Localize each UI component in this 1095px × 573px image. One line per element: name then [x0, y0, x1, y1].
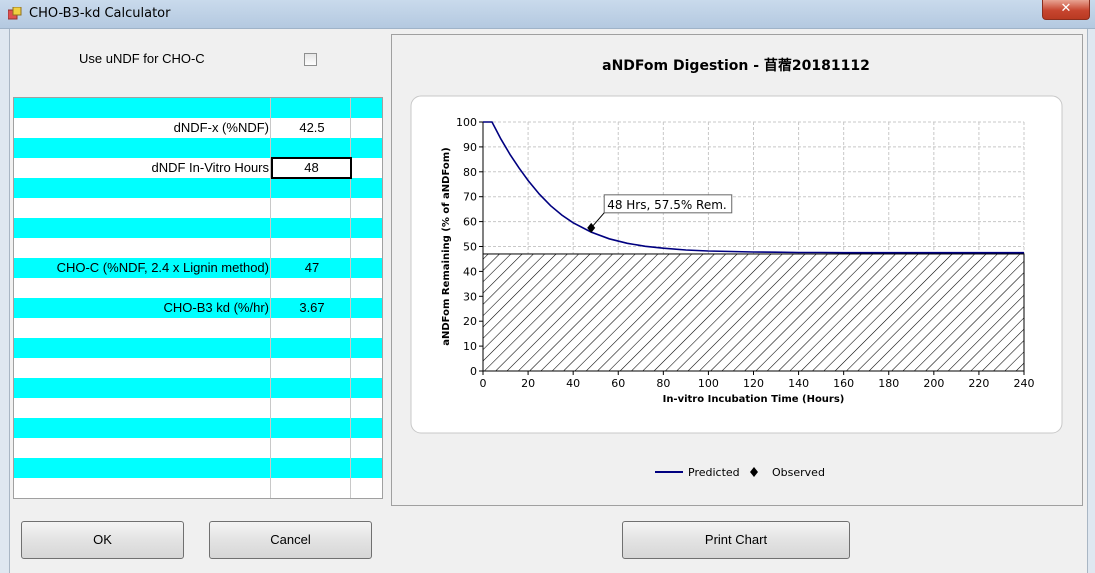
y-tick-label: 100: [456, 116, 477, 129]
annotation-text: 48 Hrs, 57.5% Rem.: [607, 198, 727, 212]
x-axis-label: In-vitro Incubation Time (Hours): [663, 394, 845, 405]
title-bar: CHO-B3-kd Calculator ✕: [0, 0, 1095, 29]
cho-b3-kd-label: CHO-B3 kd (%/hr): [163, 300, 269, 315]
dndf-x-value[interactable]: 42.5: [272, 118, 352, 138]
lignin-shaded-region: [482, 253, 1025, 372]
grid-row: [14, 378, 382, 398]
x-tick-label: 180: [878, 377, 899, 390]
cho-b3-kd-value[interactable]: 3.67: [272, 298, 352, 318]
ok-button[interactable]: OK: [21, 521, 184, 559]
grid-row: [14, 138, 382, 158]
close-button[interactable]: ✕: [1042, 0, 1090, 20]
app-icon: [8, 7, 22, 20]
x-tick-label: 160: [833, 377, 854, 390]
digestion-chart: aNDFom Digestion - 苜蓿20181112 0 20 40 60 80 1…: [410, 57, 1063, 479]
x-tick-label: 200: [923, 377, 944, 390]
y-tick-label: 60: [463, 216, 477, 229]
y-tick-label: 70: [463, 191, 477, 204]
print-chart-button[interactable]: Print Chart: [622, 521, 850, 559]
y-tick-label: 90: [463, 141, 477, 154]
legend-predicted-label: Predicted: [688, 466, 740, 479]
x-tick-label: 80: [656, 377, 670, 390]
x-tick-label: 120: [743, 377, 764, 390]
y-tick-label: 0: [470, 365, 477, 378]
x-tick-label: 0: [480, 377, 487, 390]
y-axis-label: aNDFom Remaining (% of aNDFom): [441, 147, 452, 345]
use-undf-label: Use uNDF for CHO-C: [79, 51, 205, 66]
chart-title: aNDFom Digestion - 苜蓿20181112: [602, 57, 870, 74]
window-title: CHO-B3-kd Calculator: [29, 6, 171, 21]
use-undf-checkbox[interactable]: [304, 53, 317, 66]
x-tick-label: 100: [698, 377, 719, 390]
y-tick-label: 40: [463, 265, 477, 278]
chart-legend: Predicted Observed: [655, 466, 825, 479]
input-grid: dNDF-x (%NDF) 42.5 dNDF In-Vitro Hours 4…: [13, 97, 383, 499]
y-tick-label: 20: [463, 315, 477, 328]
x-tick-label: 240: [1014, 377, 1035, 390]
legend-observed-swatch: [750, 467, 758, 477]
grid-row: [14, 218, 382, 238]
grid-row: [14, 338, 382, 358]
y-tick-label: 80: [463, 166, 477, 179]
grid-row: [14, 458, 382, 478]
y-tick-label: 50: [463, 241, 477, 254]
y-tick-label: 10: [463, 340, 477, 353]
legend-observed-label: Observed: [772, 466, 825, 479]
grid-row: [14, 418, 382, 438]
x-tick-label: 60: [611, 377, 625, 390]
cho-c-label: CHO-C (%NDF, 2.4 x Lignin method): [56, 260, 269, 275]
x-tick-label: 220: [968, 377, 989, 390]
dndf-hours-label: dNDF In-Vitro Hours: [151, 160, 269, 175]
dndf-x-label: dNDF-x (%NDF): [173, 120, 269, 135]
y-tick-label: 30: [463, 290, 477, 303]
x-tick-label: 140: [788, 377, 809, 390]
grid-row: [14, 98, 382, 118]
x-tick-label: 40: [566, 377, 580, 390]
cho-c-value[interactable]: 47: [272, 258, 352, 278]
dndf-hours-input[interactable]: 48: [271, 157, 352, 179]
cancel-button[interactable]: Cancel: [209, 521, 372, 559]
grid-row: [14, 178, 382, 198]
x-tick-label: 20: [521, 377, 535, 390]
